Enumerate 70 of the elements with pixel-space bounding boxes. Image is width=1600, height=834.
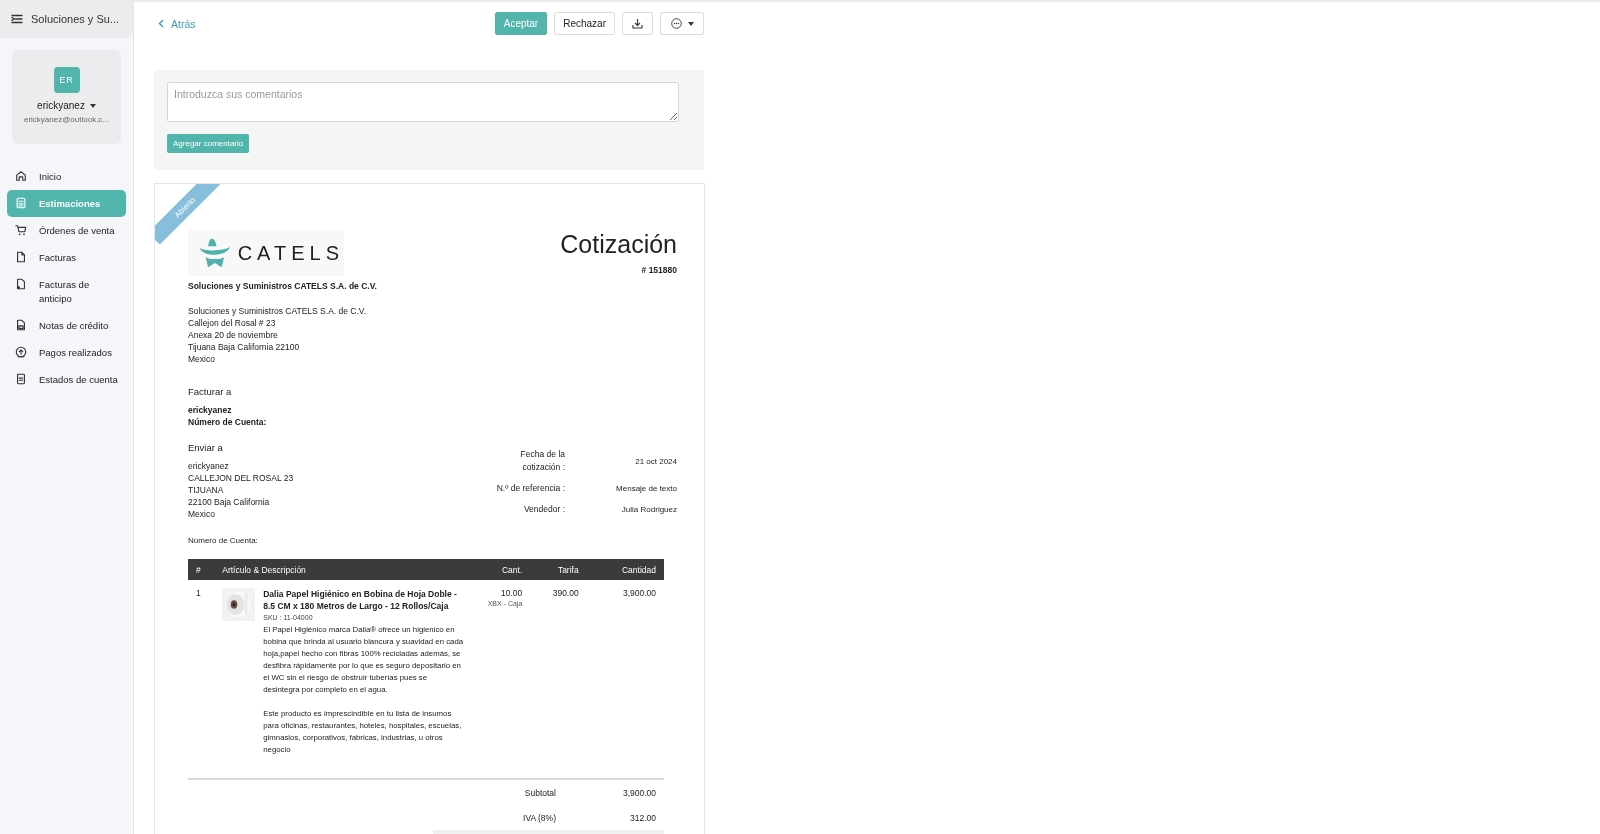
column-header: Cantidad	[586, 559, 664, 580]
org-name: Soluciones y Su...	[31, 13, 120, 25]
table-cell: 3,900.00	[586, 580, 664, 779]
address-line: Mexico	[188, 508, 216, 520]
table-cell: 390.00	[530, 580, 587, 779]
calculator-icon	[15, 196, 27, 209]
user-menu[interactable]: erickyanez	[37, 100, 96, 111]
section-heading: Enviar a	[188, 442, 224, 454]
section-heading: Facturar a	[188, 386, 233, 398]
nav-item[interactable]: Órdenes de venta	[7, 217, 126, 244]
table-cell-text: 10.00	[500, 588, 523, 598]
address-line: 22100 Baja California	[188, 496, 271, 508]
download-icon	[632, 18, 643, 29]
column-header: #	[188, 559, 215, 580]
download-button[interactable]	[622, 12, 653, 35]
total-value: 312.00	[629, 812, 656, 823]
document-title: Cotización	[560, 230, 677, 259]
comment-field[interactable]: Introduzca sus comentarios	[167, 82, 679, 122]
item-title: Dalia Papel Higiénico en Bobina de Hoja Doble - 8.5 CM x 180 Metros de Largo - 12 Rollos/Caja	[263, 588, 458, 612]
column-header: Tarifa	[530, 559, 587, 580]
document-number: # 151880	[640, 265, 677, 275]
home-icon	[15, 169, 27, 182]
meta-label: Fecha de la cotización :	[519, 448, 565, 474]
meta-value: Mensaje de texto	[615, 484, 677, 493]
meta-label: N.º de referencia :	[495, 482, 565, 495]
account-label: Número de Cuenta:	[188, 416, 268, 428]
file-icon	[15, 277, 27, 290]
table-cell: 1	[188, 580, 215, 779]
column-header: Cant.	[471, 559, 531, 580]
nav-item[interactable]: Notas de crédito	[7, 312, 126, 339]
address-line: Mexico	[188, 353, 216, 365]
file-icon	[15, 318, 27, 331]
document-icon	[15, 372, 27, 385]
total-label: Subtotal	[523, 787, 557, 798]
reject-button[interactable]: Rechazar	[554, 12, 615, 35]
cart-icon	[15, 223, 27, 236]
column-header: Artículo & Descripción	[214, 559, 472, 580]
total-value: 3,900.00	[621, 787, 656, 798]
file-icon	[15, 250, 27, 263]
logo-text: CATELS	[237, 241, 344, 265]
company-name: Soluciones y Suministros CATELS S.A. de C.V.	[188, 281, 377, 291]
address-line: Tijuana Baja California 22100	[188, 341, 301, 353]
more-button[interactable]	[660, 12, 704, 35]
address-line: Anexa 20 de noviembre	[188, 329, 279, 341]
meta-label: Vendedor :	[522, 503, 565, 516]
meta-value: Julia Rodriguez	[620, 505, 677, 514]
user-email: erickyanez@outlook.c...	[23, 115, 109, 124]
address-line: Callejon del Rosal # 23	[188, 317, 277, 329]
nav-item[interactable]: Inicio	[7, 163, 126, 190]
nav-item[interactable]: Facturas	[7, 244, 126, 271]
caret-icon	[688, 21, 694, 26]
nav-item[interactable]: Facturas de anticipo	[7, 271, 126, 312]
account-label: Número de Cuenta:	[188, 535, 259, 547]
caret-icon	[89, 103, 96, 108]
address-line: CALLEJON DEL ROSAL 23	[188, 472, 294, 484]
chevron-left-icon	[158, 19, 164, 28]
nav-item[interactable]: Estados de cuenta	[7, 366, 126, 393]
meta-value: 21 oct 2024	[634, 456, 677, 466]
address-line: erickyanez	[188, 460, 230, 472]
org-header[interactable]: Soluciones y Su...	[0, 0, 133, 38]
upload-icon	[15, 345, 27, 358]
menu-icon	[11, 14, 23, 24]
address-line: Soluciones y Suministros CATELS S.A. de C.V.	[188, 305, 368, 317]
nav-item[interactable]: Pagos realizados	[7, 339, 126, 366]
more-icon	[671, 18, 682, 29]
total-label: IVA (8%)	[522, 812, 557, 823]
address-line: TIJUANA	[188, 484, 225, 496]
avatar: ER	[53, 67, 80, 93]
username: erickyanez	[37, 100, 85, 111]
customer-name: erickyanez	[188, 404, 233, 416]
